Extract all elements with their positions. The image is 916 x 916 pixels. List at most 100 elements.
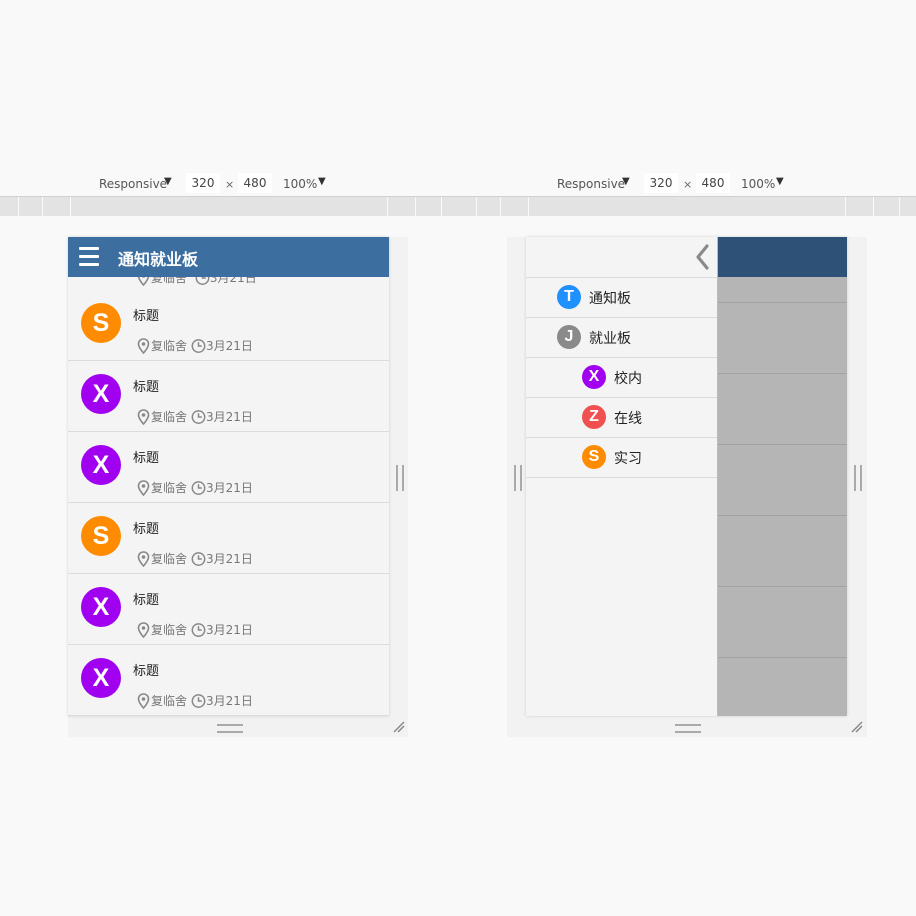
item-meta: 复临舍 3月21日 (136, 550, 253, 567)
clock-icon (191, 409, 206, 424)
dimension-separator: × (683, 178, 693, 191)
date-text: 3月21日 (206, 552, 253, 566)
chevron-left-icon[interactable] (693, 243, 713, 271)
zoom-dropdown[interactable]: 100% (741, 177, 775, 191)
drawer-item[interactable]: T 通知板 (526, 277, 717, 318)
drawer-badge: Z (582, 405, 606, 429)
avatar: X (81, 658, 121, 698)
resize-handle-left[interactable] (514, 465, 522, 491)
media-query-ruler[interactable] (0, 196, 916, 216)
resize-handle-bottom[interactable] (675, 724, 701, 733)
dropdown-arrow-icon[interactable]: ▼ (164, 176, 172, 187)
list-item[interactable]: S 标题复临舍 3月21日 (68, 290, 389, 361)
location-pin-icon (137, 550, 150, 567)
date-text: 3月21日 (206, 481, 253, 495)
drawer-item-label: 就业板 (589, 331, 631, 347)
item-title: 标题 (133, 451, 160, 466)
location-pin-icon (137, 621, 150, 638)
list-item-partial[interactable]: 复临舍 3月21日 (68, 277, 389, 291)
resize-handle-right[interactable] (396, 465, 404, 491)
drawer-header (526, 237, 717, 278)
dropdown-arrow-icon[interactable]: ▼ (622, 176, 630, 187)
responsive-mode-dropdown[interactable]: Responsive (99, 177, 167, 191)
location-pin-icon (137, 408, 150, 425)
drawer-item[interactable]: X 校内 (526, 357, 717, 398)
item-meta: 复临舍 3月21日 (136, 692, 253, 709)
drawer-badge: X (582, 365, 606, 389)
avatar: X (81, 445, 121, 485)
resize-corner-icon[interactable] (393, 721, 405, 733)
drawer-badge: J (557, 325, 581, 349)
drawer-item[interactable]: S 实习 (526, 437, 717, 478)
phone-screen-drawer: T 通知板 J 就业板 X 校内 Z 在线 S 实习 (526, 237, 847, 716)
list-item[interactable]: X 标题复临舍 3月21日 (68, 361, 389, 432)
item-meta: 复临舍 3月21日 (136, 337, 253, 354)
avatar: X (81, 374, 121, 414)
drawer-item-label: 校内 (614, 371, 642, 387)
dropdown-arrow-icon[interactable]: ▼ (318, 176, 326, 187)
height-input[interactable]: 480 (238, 173, 272, 193)
zoom-dropdown[interactable]: 100% (283, 177, 317, 191)
dropdown-arrow-icon[interactable]: ▼ (776, 176, 784, 187)
resize-corner-icon[interactable] (851, 721, 863, 733)
list-item[interactable]: X 标题复临舍 3月21日 (68, 645, 389, 716)
hamburger-icon[interactable] (79, 247, 99, 267)
location-text: 复临舍 (151, 339, 188, 353)
location-text: 复临舍 (151, 481, 188, 495)
drawer-item-label: 实习 (614, 451, 642, 467)
drawer-badge: S (582, 445, 606, 469)
date-text: 3月21日 (206, 410, 253, 424)
item-title: 标题 (133, 593, 160, 608)
avatar: S (81, 303, 121, 343)
item-title: 标题 (133, 664, 160, 679)
list-item[interactable]: X 标题复临舍 3月21日 (68, 574, 389, 645)
clock-icon (191, 622, 206, 637)
dimension-separator: × (225, 178, 235, 191)
location-text: 复临舍 (151, 277, 188, 285)
app-title: 通知就业板 (118, 250, 199, 269)
nav-drawer: T 通知板 J 就业板 X 校内 Z 在线 S 实习 (526, 237, 718, 716)
list-item[interactable]: X 标题复临舍 3月21日 (68, 432, 389, 503)
location-pin-icon (137, 277, 150, 286)
location-pin-icon (137, 337, 150, 354)
clock-icon (191, 693, 206, 708)
item-meta: 复临舍 3月21日 (136, 479, 253, 496)
item-title: 标题 (133, 522, 160, 537)
avatar: S (81, 516, 121, 556)
item-meta: 复临舍 3月21日 (136, 408, 253, 425)
clock-icon (191, 551, 206, 566)
item-title: 标题 (133, 380, 160, 395)
responsive-mode-dropdown[interactable]: Responsive (557, 177, 625, 191)
clock-icon (191, 480, 206, 495)
avatar: X (81, 587, 121, 627)
resize-handle-right[interactable] (854, 465, 862, 491)
drawer-item-label: 在线 (614, 411, 642, 427)
app-header: 通知就业板 (68, 237, 389, 277)
phone-screen-list: 复临舍 3月21日 S 标题 复临舍 3月21日 X 标题 复临舍 3月21日 X 标题 复临舍 3月… (68, 237, 389, 716)
date-text: 3月21日 (206, 339, 253, 353)
date-text: 3月21日 (206, 694, 253, 708)
width-input[interactable]: 320 (186, 173, 220, 193)
location-text: 复临舍 (151, 410, 188, 424)
location-text: 复临舍 (151, 552, 188, 566)
item-meta: 复临舍 3月21日 (136, 621, 253, 638)
location-pin-icon (137, 692, 150, 709)
height-input[interactable]: 480 (696, 173, 730, 193)
location-text: 复临舍 (151, 694, 188, 708)
clock-icon (191, 338, 206, 353)
drawer-item-label: 通知板 (589, 291, 631, 307)
app-header-dimmed (717, 237, 847, 277)
date-text: 3月21日 (209, 277, 257, 285)
item-title: 标题 (133, 309, 160, 324)
drawer-item[interactable]: Z 在线 (526, 397, 717, 438)
drawer-scrim[interactable] (717, 277, 847, 716)
clock-icon (195, 277, 210, 285)
location-pin-icon (137, 479, 150, 496)
width-input[interactable]: 320 (644, 173, 678, 193)
list-item[interactable]: S 标题复临舍 3月21日 (68, 503, 389, 574)
drawer-badge: T (557, 285, 581, 309)
location-text: 复临舍 (151, 623, 188, 637)
date-text: 3月21日 (206, 623, 253, 637)
drawer-item[interactable]: J 就业板 (526, 317, 717, 358)
resize-handle-bottom[interactable] (217, 724, 243, 733)
